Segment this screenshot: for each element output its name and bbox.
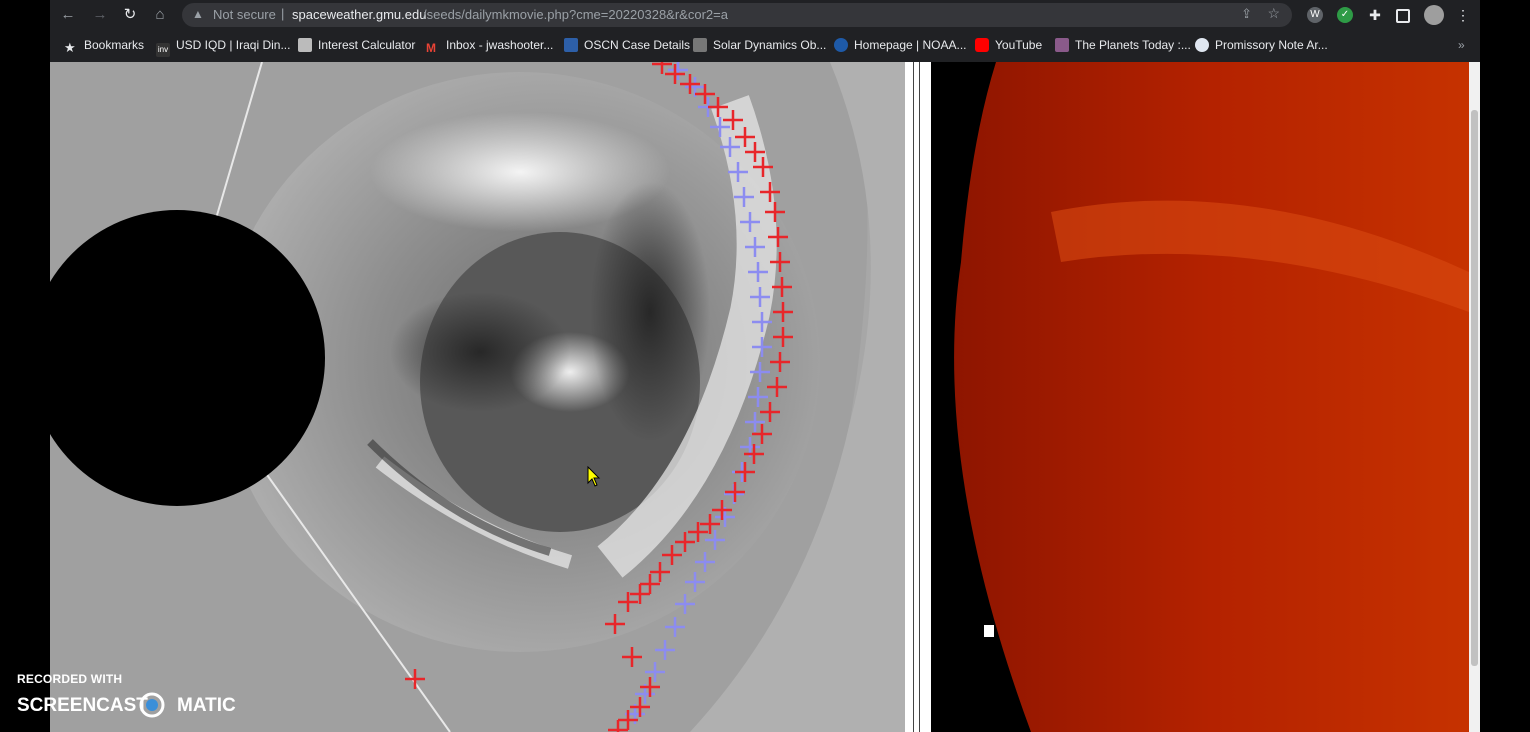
- corona-region: [954, 62, 1469, 732]
- profile-avatar[interactable]: [1424, 5, 1444, 25]
- document-icon: [1195, 38, 1209, 52]
- page-scrollbar[interactable]: [1469, 62, 1480, 732]
- star-icon: ★: [64, 40, 76, 55]
- puzzle-icon[interactable]: ✚: [1367, 7, 1383, 23]
- reload-icon[interactable]: ↻: [120, 5, 140, 25]
- calculator-icon: [298, 38, 312, 52]
- browser-toolbar: ← → ↻ ⌂ ▲ Not secure | spaceweather.gmu.…: [50, 0, 1480, 30]
- url-path: /seeds/dailymkmovie.php?cme=20220328&r&c…: [423, 7, 728, 22]
- forward-arrow-icon[interactable]: →: [90, 5, 110, 25]
- bookmark-oscn[interactable]: OSCN Case Details: [564, 38, 690, 54]
- side-panel-icon[interactable]: [1396, 9, 1410, 23]
- gmail-icon: M: [426, 41, 436, 55]
- bookmarks-bar: ★ Bookmarks inv USD IQD | Iraqi Din... Int…: [50, 30, 1480, 60]
- extension-w-icon[interactable]: W: [1307, 7, 1323, 23]
- menu-dots-icon[interactable]: ⋮: [1455, 7, 1471, 23]
- planets-icon: [1055, 38, 1069, 52]
- red-coronagraph-svg: [931, 62, 1469, 732]
- bookmark-solar-dynamics[interactable]: Solar Dynamics Ob...: [693, 38, 826, 54]
- screencast-watermark: RECORDED WITH SCREENCAST MATIC: [17, 672, 236, 718]
- bookmark-interest-calculator[interactable]: Interest Calculator: [298, 38, 415, 54]
- bookmark-youtube[interactable]: YouTube: [975, 38, 1042, 54]
- home-icon[interactable]: ⌂: [150, 5, 170, 25]
- screencast-logo-icon: [139, 692, 165, 718]
- url-host: spaceweather.gmu.edu: [292, 7, 427, 22]
- investing-icon: inv: [156, 43, 170, 57]
- back-arrow-icon[interactable]: ←: [58, 5, 78, 25]
- mouse-cursor-icon: [587, 466, 601, 487]
- bookmark-star-icon[interactable]: ☆: [1267, 5, 1280, 22]
- bookmark-planets-today[interactable]: The Planets Today :...: [1055, 38, 1191, 54]
- bookmark-promissory-note[interactable]: Promissory Note Ar...: [1195, 38, 1328, 54]
- brand-left: SCREENCAST: [17, 695, 148, 716]
- cor2-difference-image: [50, 62, 905, 732]
- noaa-icon: [834, 38, 848, 52]
- bookmark-bookmarks[interactable]: ★ Bookmarks: [64, 38, 144, 55]
- screencast-matic-logo: SCREENCAST MATIC: [17, 692, 247, 718]
- share-icon[interactable]: ⇪: [1241, 6, 1252, 22]
- address-bar[interactable]: ▲ Not secure | spaceweather.gmu.edu /see…: [182, 3, 1292, 27]
- cor1-red-image: [931, 62, 1469, 732]
- bookmark-usd-iqd[interactable]: inv USD IQD | Iraqi Din...: [156, 38, 290, 57]
- bookmark-inbox[interactable]: M Inbox - jwashooter...: [426, 38, 553, 55]
- warning-icon: ▲: [192, 7, 204, 21]
- coronagraph-svg: [50, 62, 905, 732]
- scrollbar-thumb[interactable]: [1471, 110, 1478, 666]
- extension-check-icon[interactable]: ✓: [1337, 7, 1353, 23]
- bookmarks-overflow-button[interactable]: »: [1458, 38, 1465, 54]
- brand-right: MATIC: [177, 695, 236, 716]
- oscn-icon: [564, 38, 578, 52]
- browser-window: ← → ↻ ⌂ ▲ Not secure | spaceweather.gmu.…: [50, 0, 1480, 62]
- url-separator: |: [281, 6, 285, 21]
- sdo-icon: [693, 38, 707, 52]
- bookmark-noaa[interactable]: Homepage | NOAA...: [834, 38, 967, 54]
- page-content: [50, 62, 1480, 732]
- youtube-icon: [975, 38, 989, 52]
- not-secure-label: Not secure: [213, 7, 276, 22]
- recorded-with-label: RECORDED WITH: [17, 672, 123, 686]
- bright-pixel: [984, 625, 994, 637]
- frame-divider: [905, 62, 931, 732]
